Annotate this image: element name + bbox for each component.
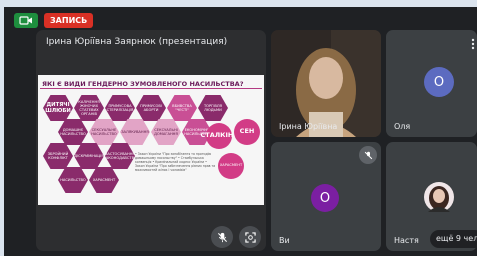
slide-item: ПРИМУСОВІ АБОРТИ [136,95,166,121]
slide-item: ЗАСТОСУВАННЯ ЗАКОНОДАВСТВА [105,143,135,169]
slide-heading: ЯКІ Є ВИДИ ГЕНДЕРНО ЗУМОВЛЕНОГО НАСИЛЬСТ… [42,80,244,88]
slide-item: ВБИВСТВА "ЧЕСТІ" [167,95,197,121]
slide-item: ДОМАШНЄ НАСИЛЬСТВО [58,119,88,145]
avatar [424,182,454,212]
participant-video [271,30,381,137]
slide-item: ХАРАСМЕНТ [218,153,244,179]
slide-notes: • Закон України "Про запобігання та прот… [135,152,216,173]
mute-button[interactable] [211,226,233,248]
participant-name: Оля [394,122,411,131]
slide-item: ЗБРОЙНИЙ КОНФЛІКТ [43,143,73,169]
presentation-tile[interactable]: Ірина Юріївна Заярнюк (презентация) ЯКІ … [36,30,266,251]
avatar: О [311,184,339,212]
top-bar: ЗАПИСЬ [14,12,94,28]
camera-icon[interactable] [14,12,38,28]
slide-item: СЕКСУАЛЬНІ ДОМАГАННЯ [151,119,181,145]
participant-tile[interactable]: Ірина Юріївна [271,30,381,137]
slide-item: СЕН [234,119,260,145]
slide-item: ДІСКРИМІНАЦІЯ [74,143,104,169]
slide-item: СТАЛКІНГ [201,123,237,149]
mic-off-icon [364,151,372,159]
more-vert-icon[interactable] [471,38,475,50]
mute-indicator [359,146,377,164]
slide-item: ХАРАСМЕНТ [89,167,119,193]
avatar: О [424,67,454,97]
recording-badge: ЗАПИСЬ [44,12,94,28]
slide-item: ТОРГІВЛЯ ЛЮДЬМИ [198,95,228,121]
slide-divider [40,88,262,89]
presentation-slide: ЯКІ Є ВИДИ ГЕНДЕРНО ЗУМОВЛЕНОГО НАСИЛЬСТ… [38,75,264,205]
participant-name: Ірина Юріївна [279,122,338,131]
slide-item: ЗАЛЯКУВАННЯ [120,119,150,145]
slide-item: ПРИМУСОВА СТЕРИЛІЗАЦІЯ [105,95,135,121]
more-participants-button[interactable]: ещё 9 чел [430,230,477,248]
mic-off-icon [217,232,227,242]
fullscreen-icon [244,231,256,243]
presentation-title: Ірина Юріївна Заярнюк (презентация) [46,37,228,47]
slide-item: ДИТЯЧІ ШЛЮБИ [43,95,73,121]
slide-item: СЕКСУАЛЬНЕ НАСИЛЬСТВО [89,119,119,145]
participant-tile[interactable]: Настя ещё 9 чел [386,142,477,251]
self-tile[interactable]: О Ви [271,142,381,251]
fullscreen-button[interactable] [239,226,261,248]
participant-tile[interactable]: О Оля [386,30,477,137]
slide-item: НАСИЛЬСТВО [58,167,88,193]
participant-name: Настя [394,236,419,245]
slide-item: КАЛІЧЕННЯ ЖІНОЧИХ СТАТЕВИХ ОРГАНІВ [74,95,104,121]
participant-name: Ви [279,236,290,245]
